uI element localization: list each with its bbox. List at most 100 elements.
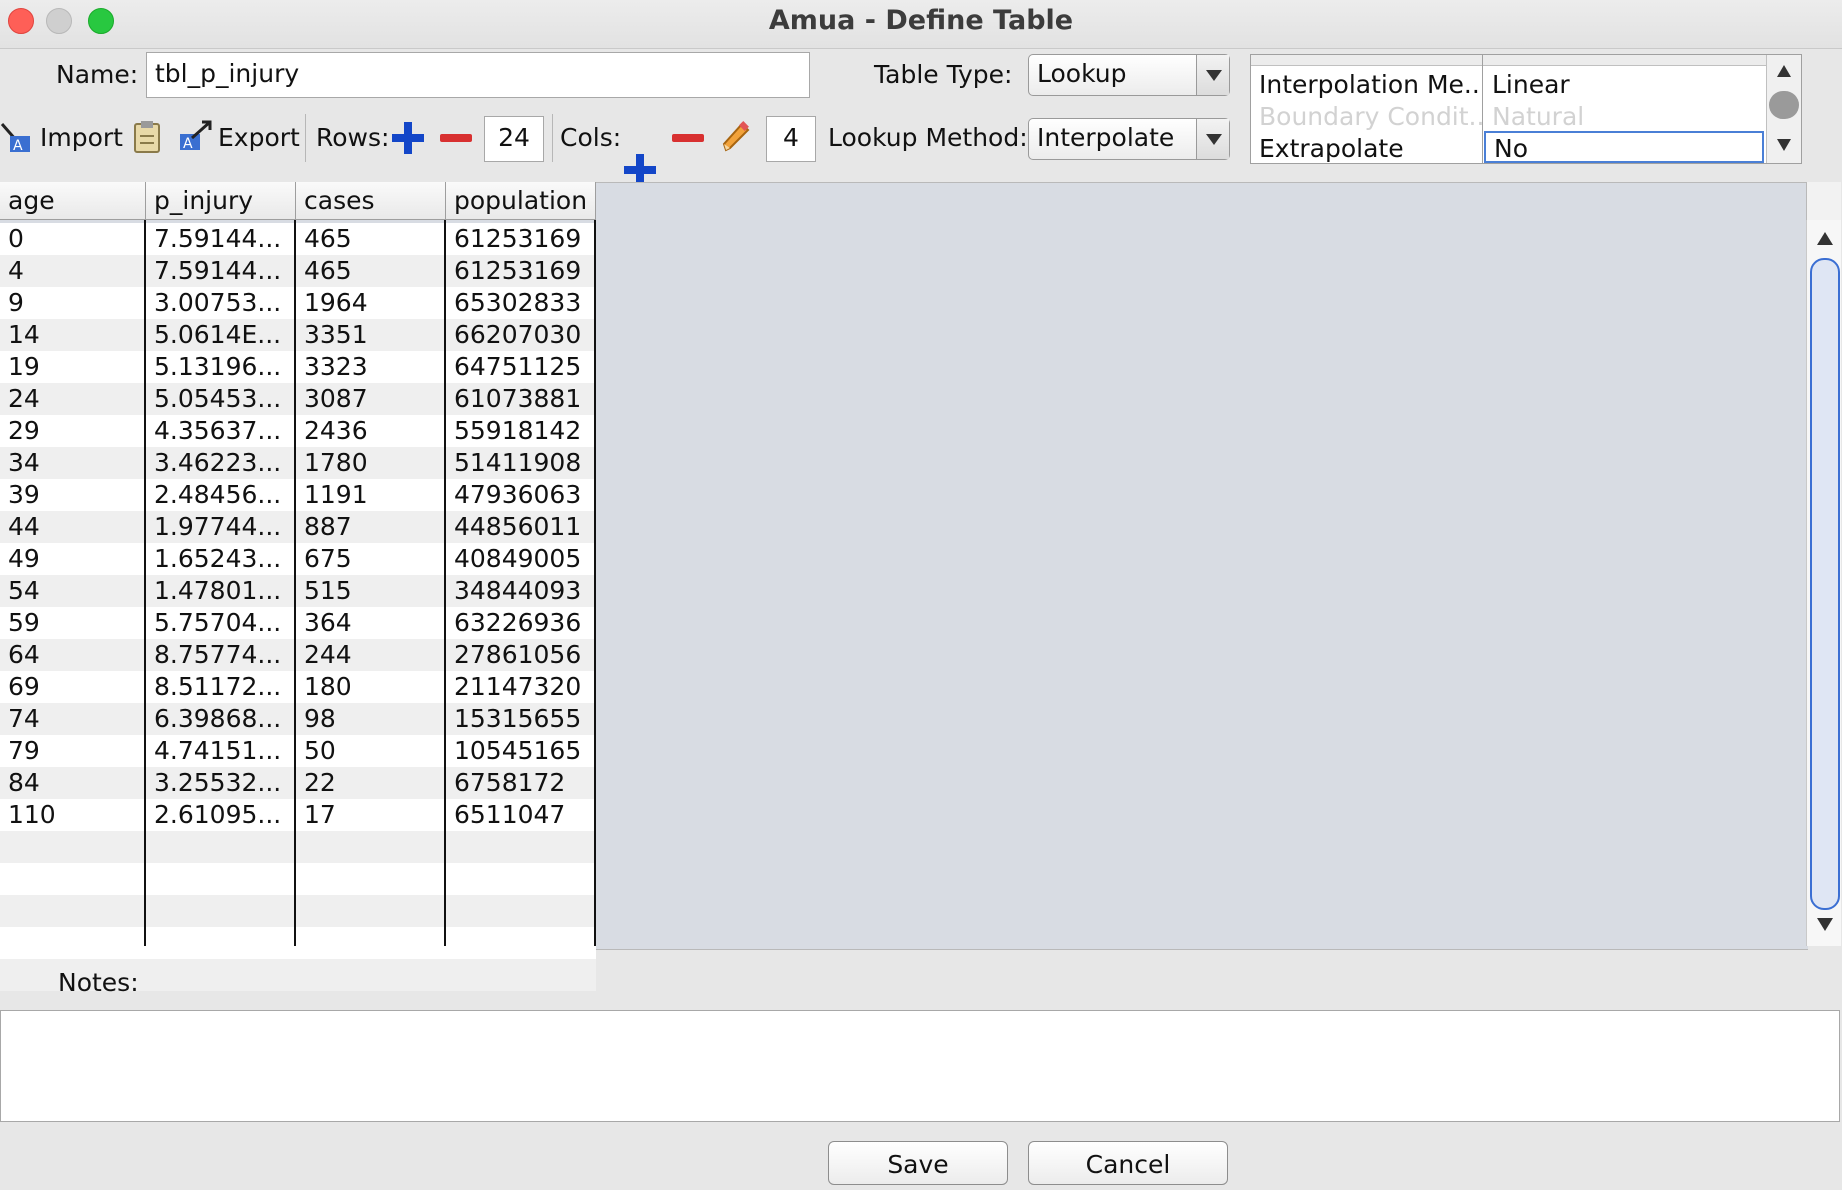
lookup-method-select[interactable]: Interpolate <box>1028 118 1230 160</box>
table-row[interactable]: 74 6.39868... 98 15315655 <box>0 703 596 735</box>
table-row[interactable]: 29 4.35637... 2436 55918142 <box>0 415 596 447</box>
export-button[interactable]: A Export <box>178 120 300 154</box>
table-cell[interactable]: 61073881 <box>446 383 596 415</box>
table-cell[interactable]: 19 <box>0 351 146 383</box>
table-cell[interactable]: 29 <box>0 415 146 447</box>
table-row[interactable]: 9 3.00753... 1964 65302833 <box>0 287 596 319</box>
table-cell[interactable]: 5.05453... <box>146 383 296 415</box>
table-cell[interactable] <box>296 863 446 895</box>
table-cell[interactable] <box>0 863 146 895</box>
table-row[interactable]: 110 2.61095... 17 6511047 <box>0 799 596 831</box>
table-cell[interactable]: 4.35637... <box>146 415 296 447</box>
table-cell[interactable]: 61253169 <box>446 255 596 287</box>
table-cell[interactable]: 64751125 <box>446 351 596 383</box>
table-cell[interactable] <box>146 831 296 863</box>
table-cell[interactable]: 84 <box>0 767 146 799</box>
table-cell[interactable]: 8.75774... <box>146 639 296 671</box>
table-cell[interactable]: 515 <box>296 575 446 607</box>
table-row[interactable]: 49 1.65243... 675 40849005 <box>0 543 596 575</box>
table-cell[interactable]: 1780 <box>296 447 446 479</box>
table-cell[interactable]: 69 <box>0 671 146 703</box>
table-cell[interactable]: 675 <box>296 543 446 575</box>
table-cell[interactable]: 47936063 <box>446 479 596 511</box>
table-cell[interactable]: 63226936 <box>446 607 596 639</box>
arrow-up-icon[interactable] <box>1817 232 1833 245</box>
table-row[interactable]: 79 4.74151... 50 10545165 <box>0 735 596 767</box>
table-row[interactable]: 59 5.75704... 364 63226936 <box>0 607 596 639</box>
table-cell[interactable]: 79 <box>0 735 146 767</box>
table-cell[interactable]: 1191 <box>296 479 446 511</box>
column-header[interactable]: cases <box>296 182 446 220</box>
table-row[interactable]: 19 5.13196... 3323 64751125 <box>0 351 596 383</box>
table-row[interactable]: 64 8.75774... 244 27861056 <box>0 639 596 671</box>
table-row[interactable]: 24 5.05453... 3087 61073881 <box>0 383 596 415</box>
table-cell[interactable]: 22 <box>296 767 446 799</box>
table-row[interactable]: 84 3.25532... 22 6758172 <box>0 767 596 799</box>
table-cell[interactable]: 7.59144... <box>146 223 296 255</box>
table-cell[interactable]: 74 <box>0 703 146 735</box>
table-cell[interactable] <box>446 831 596 863</box>
table-cell[interactable]: 17 <box>296 799 446 831</box>
table-cell[interactable]: 6758172 <box>446 767 596 799</box>
remove-column-icon[interactable] <box>672 134 704 142</box>
table-cell[interactable]: 1964 <box>296 287 446 319</box>
table-cell[interactable]: 98 <box>296 703 446 735</box>
table-cell[interactable]: 1.47801... <box>146 575 296 607</box>
table-cell[interactable]: 24 <box>0 383 146 415</box>
save-button[interactable]: Save <box>828 1141 1008 1185</box>
table-cell[interactable] <box>446 927 596 959</box>
table-cell[interactable]: 44 <box>0 511 146 543</box>
rows-count-input[interactable]: 24 <box>484 116 544 162</box>
table-cell[interactable]: 64 <box>0 639 146 671</box>
table-cell[interactable]: 364 <box>296 607 446 639</box>
table-cell[interactable]: 244 <box>296 639 446 671</box>
table-cell[interactable]: 66207030 <box>446 319 596 351</box>
add-row-icon[interactable] <box>392 122 424 154</box>
table-cell[interactable] <box>446 895 596 927</box>
table-cell[interactable]: 59 <box>0 607 146 639</box>
table-row[interactable] <box>0 863 596 895</box>
table-cell[interactable] <box>146 927 296 959</box>
table-cell[interactable]: 3.00753... <box>146 287 296 319</box>
table-cell[interactable]: 34 <box>0 447 146 479</box>
table-cell[interactable]: 3.25532... <box>146 767 296 799</box>
table-cell[interactable]: 50 <box>296 735 446 767</box>
paste-button[interactable] <box>132 120 162 158</box>
table-cell[interactable] <box>146 863 296 895</box>
table-row[interactable]: 4 7.59144... 465 61253169 <box>0 255 596 287</box>
table-cell[interactable]: 2436 <box>296 415 446 447</box>
table-cell[interactable]: 54 <box>0 575 146 607</box>
table-cell[interactable] <box>296 895 446 927</box>
table-cell[interactable]: 110 <box>0 799 146 831</box>
table-row[interactable]: 54 1.47801... 515 34844093 <box>0 575 596 607</box>
table-cell[interactable]: 10545165 <box>446 735 596 767</box>
table-cell[interactable] <box>446 863 596 895</box>
table-row[interactable]: 0 7.59144... 465 61253169 <box>0 223 596 255</box>
table-cell[interactable]: 2.48456... <box>146 479 296 511</box>
table-row[interactable]: 44 1.97744... 887 44856011 <box>0 511 596 543</box>
table-cell[interactable]: 61253169 <box>446 223 596 255</box>
table-row[interactable]: 69 8.51172... 180 21147320 <box>0 671 596 703</box>
table-cell[interactable]: 4.74151... <box>146 735 296 767</box>
table-row[interactable]: 39 2.48456... 1191 47936063 <box>0 479 596 511</box>
import-button[interactable]: A Import <box>0 120 123 154</box>
table-cell[interactable]: 4 <box>0 255 146 287</box>
table-cell[interactable]: 15315655 <box>446 703 596 735</box>
table-type-select[interactable]: Lookup <box>1028 54 1230 96</box>
table-cell[interactable] <box>446 959 596 991</box>
table-row[interactable]: 14 5.0614E... 3351 66207030 <box>0 319 596 351</box>
notes-textarea[interactable] <box>0 1010 1840 1122</box>
table-row[interactable] <box>0 831 596 863</box>
table-cell[interactable]: 6511047 <box>446 799 596 831</box>
chevron-down-icon[interactable] <box>1196 55 1229 95</box>
table-cell[interactable]: 34844093 <box>446 575 596 607</box>
column-header[interactable]: p_injury <box>146 182 296 220</box>
table-cell[interactable]: 180 <box>296 671 446 703</box>
column-header[interactable]: age <box>0 182 146 220</box>
table-cell[interactable]: 465 <box>296 255 446 287</box>
table-cell[interactable]: 0 <box>0 223 146 255</box>
table-cell[interactable]: 3351 <box>296 319 446 351</box>
chevron-down-icon[interactable] <box>1196 119 1229 159</box>
table-cell[interactable]: 14 <box>0 319 146 351</box>
table-row[interactable] <box>0 927 596 959</box>
